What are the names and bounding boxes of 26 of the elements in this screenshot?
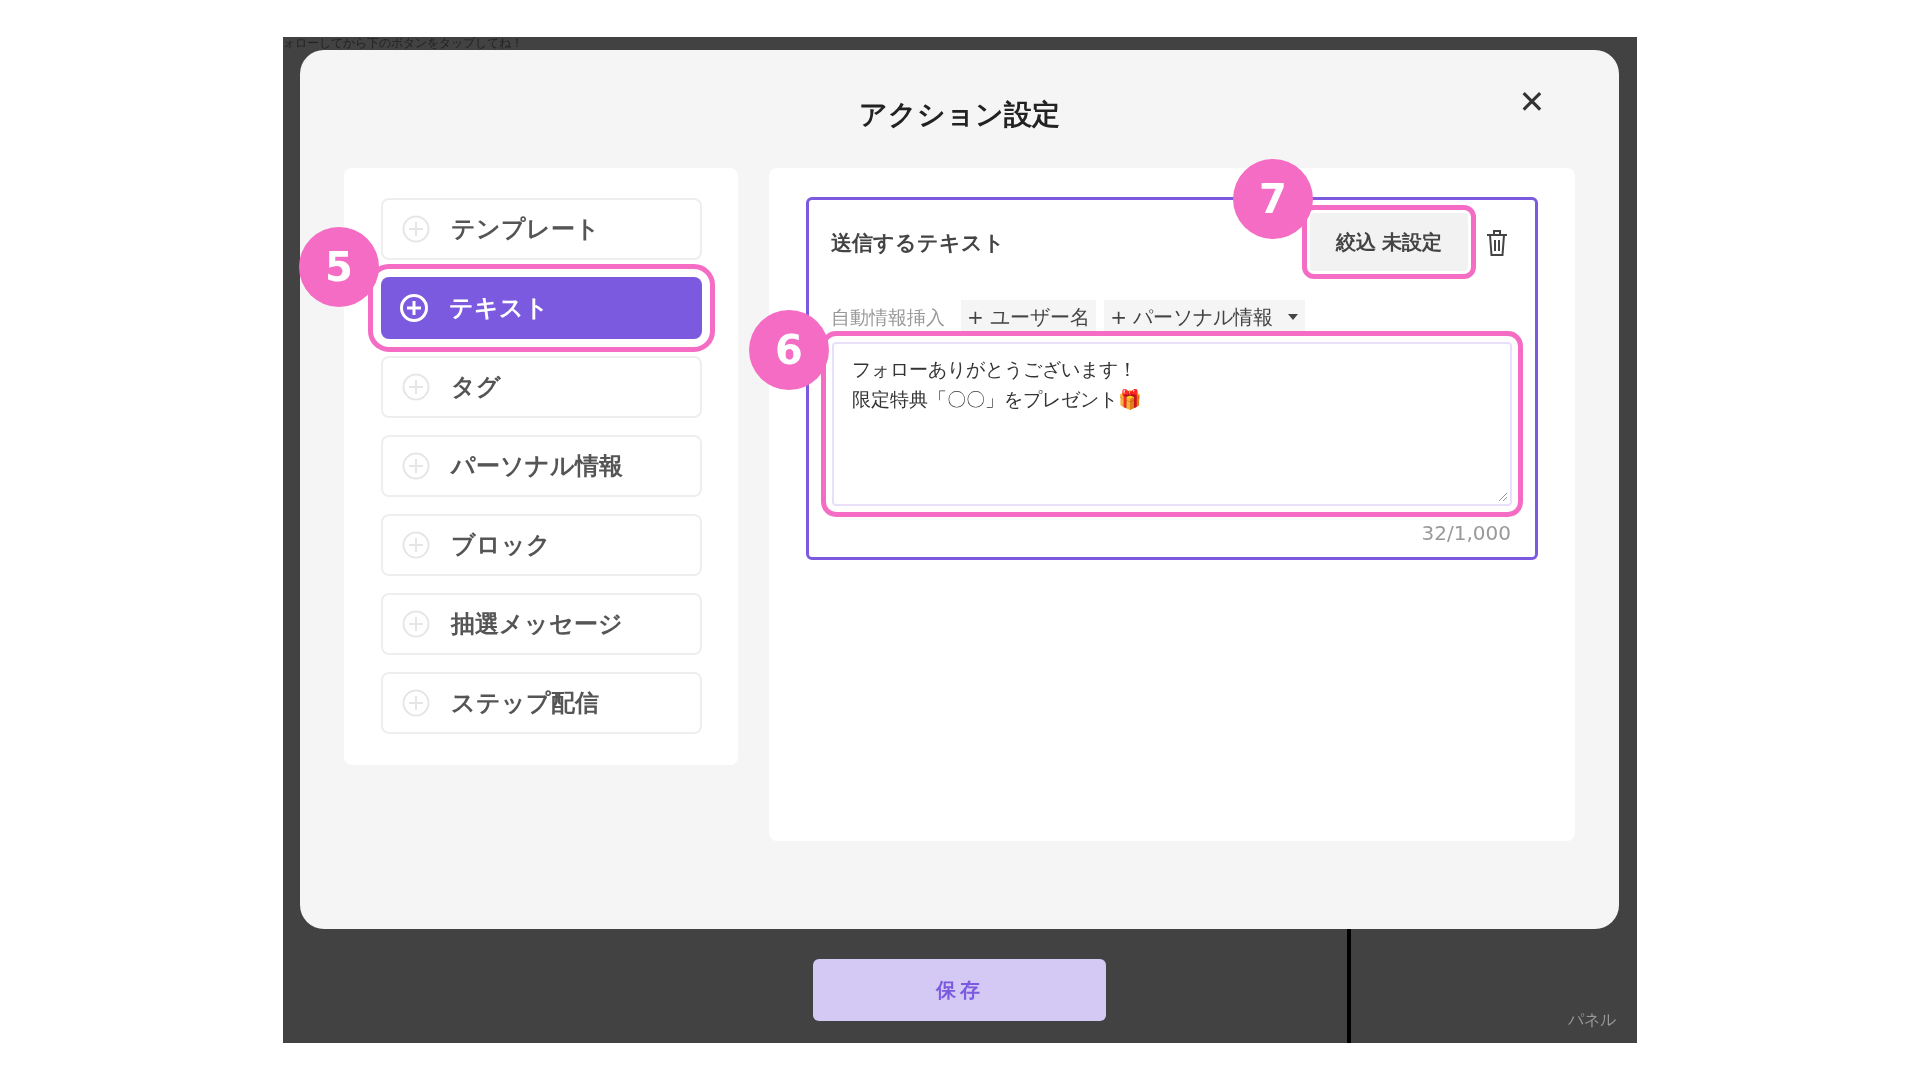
background-text: パネル bbox=[1568, 1009, 1616, 1031]
card-title: 送信するテキスト bbox=[831, 230, 1005, 257]
action-item[interactable]: パーソナル情報 bbox=[381, 435, 702, 497]
action-item[interactable]: タグ bbox=[381, 356, 702, 418]
character-counter: 32/1,000 bbox=[1421, 520, 1511, 547]
action-item[interactable]: テンプレート bbox=[381, 198, 702, 260]
plus-circle-icon bbox=[401, 451, 431, 481]
plus-circle-icon bbox=[401, 609, 431, 639]
insert-label: 自動情報挿入 bbox=[831, 304, 945, 330]
message-line: フォローありがとうございます！ bbox=[852, 357, 1137, 382]
dialog-title: アクション設定 bbox=[859, 97, 1060, 133]
plus-circle-icon bbox=[401, 688, 431, 718]
plus-circle-icon bbox=[401, 530, 431, 560]
plus-circle-icon bbox=[399, 293, 429, 323]
message-line: 限定特典「〇〇」をプレゼント🎁 bbox=[852, 387, 1142, 412]
action-item[interactable]: 抽選メッセージ bbox=[381, 593, 702, 655]
insert-chip[interactable]: + ユーザー名 bbox=[961, 300, 1097, 334]
plus-circle-icon bbox=[401, 214, 431, 244]
action-item[interactable]: ブロック bbox=[381, 514, 702, 576]
resize-handle-icon[interactable] bbox=[1498, 492, 1508, 502]
close-button[interactable]: ✕ bbox=[1514, 82, 1550, 122]
trash-icon[interactable] bbox=[1485, 229, 1509, 257]
action-item[interactable]: ステップ配信 bbox=[381, 672, 702, 734]
plus-circle-icon bbox=[401, 372, 431, 402]
insert-chip[interactable]: + パーソナル情報 bbox=[1104, 300, 1306, 334]
action-item[interactable]: テキスト bbox=[381, 277, 702, 339]
